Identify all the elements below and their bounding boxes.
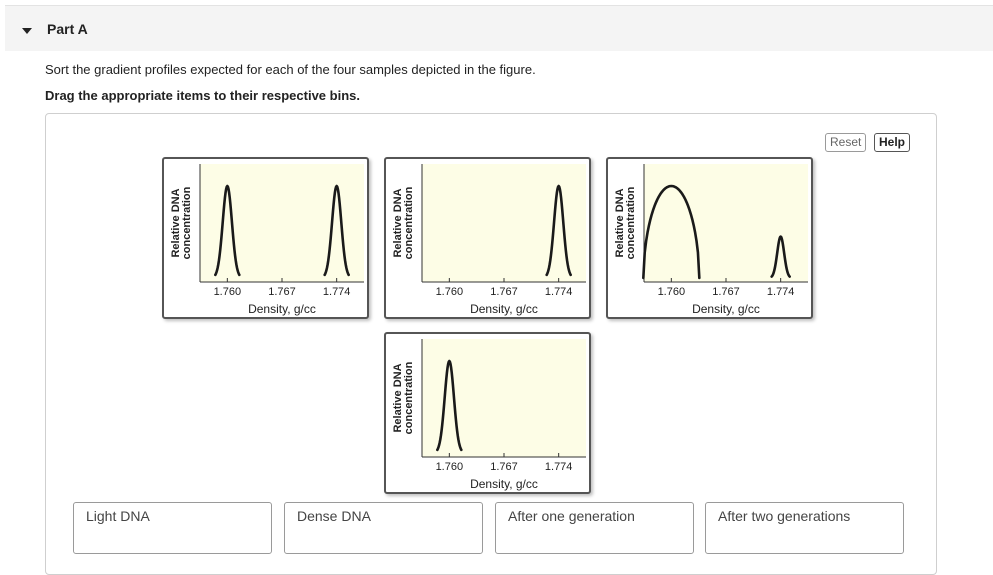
y-axis-label: Relative DNAconcentration	[614, 186, 637, 259]
y-axis-label: Relative DNAconcentration	[392, 186, 415, 259]
x-tick-label: 1.760	[436, 286, 464, 298]
plot-area	[422, 164, 586, 282]
gradient-profile-card-3[interactable]: Relative DNAconcentration 1.760 1.767 1.774…	[606, 157, 813, 319]
gradient-chart: Relative DNAconcentration 1.760 1.767 1.774…	[614, 164, 808, 316]
x-tick-label: 1.767	[268, 286, 296, 298]
plot-area	[644, 164, 808, 282]
x-tick-label: 1.760	[436, 461, 464, 473]
bin-dense-dna[interactable]: Dense DNA	[284, 502, 483, 554]
instructions-text: Sort the gradient profiles expected for …	[45, 62, 536, 77]
part-title: Part A	[47, 21, 88, 37]
gradient-chart: Relative DNAconcentration 1.760 1.767 1.774…	[392, 339, 586, 491]
y-axis-label: Relative DNAconcentration	[392, 361, 415, 434]
collapse-caret-icon[interactable]	[22, 28, 32, 34]
x-tick-label: 1.774	[545, 461, 573, 473]
x-axis-label: Density, g/cc	[248, 302, 316, 316]
x-tick-label: 1.767	[490, 461, 518, 473]
bin-light-dna[interactable]: Light DNA	[73, 502, 272, 554]
help-button[interactable]: Help	[874, 133, 911, 152]
x-tick-label: 1.774	[545, 286, 573, 298]
gradient-chart: Relative DNAconcentration 1.760 1.767 1.774…	[392, 164, 586, 316]
x-axis-label: Density, g/cc	[470, 477, 538, 491]
y-axis-label: Relative DNAconcentration	[170, 186, 193, 259]
x-tick-label: 1.767	[490, 286, 518, 298]
x-tick-label: 1.774	[767, 286, 795, 298]
gradient-profile-card-4[interactable]: Relative DNAconcentration 1.760 1.767 1.774…	[384, 332, 591, 494]
bin-label: After two generations	[718, 508, 851, 524]
x-tick-label: 1.760	[658, 286, 686, 298]
part-header[interactable]: Part A	[5, 5, 993, 51]
bin-after-one-generation[interactable]: After one generation	[495, 502, 694, 554]
x-tick-label: 1.774	[323, 286, 351, 298]
x-tick-label: 1.760	[214, 286, 242, 298]
bin-after-two-generations[interactable]: After two generations	[705, 502, 904, 554]
gradient-profile-card-1[interactable]: Relative DNAconcentration 1.760 1.767 1.774…	[162, 157, 369, 319]
bin-label: Dense DNA	[297, 508, 371, 524]
bin-label: Light DNA	[86, 508, 150, 524]
gradient-profile-card-2[interactable]: Relative DNAconcentration 1.760 1.767 1.774…	[384, 157, 591, 319]
plot-area	[200, 164, 364, 282]
gradient-chart: Relative DNAconcentration 1.760 1.767 1.774…	[170, 164, 364, 316]
drag-instruction: Drag the appropriate items to their resp…	[45, 88, 360, 103]
x-axis-label: Density, g/cc	[470, 302, 538, 316]
x-axis-label: Density, g/cc	[692, 302, 760, 316]
plot-area	[422, 339, 586, 457]
bin-label: After one generation	[508, 508, 635, 524]
reset-button[interactable]: Reset	[825, 133, 867, 152]
x-tick-label: 1.767	[712, 286, 740, 298]
